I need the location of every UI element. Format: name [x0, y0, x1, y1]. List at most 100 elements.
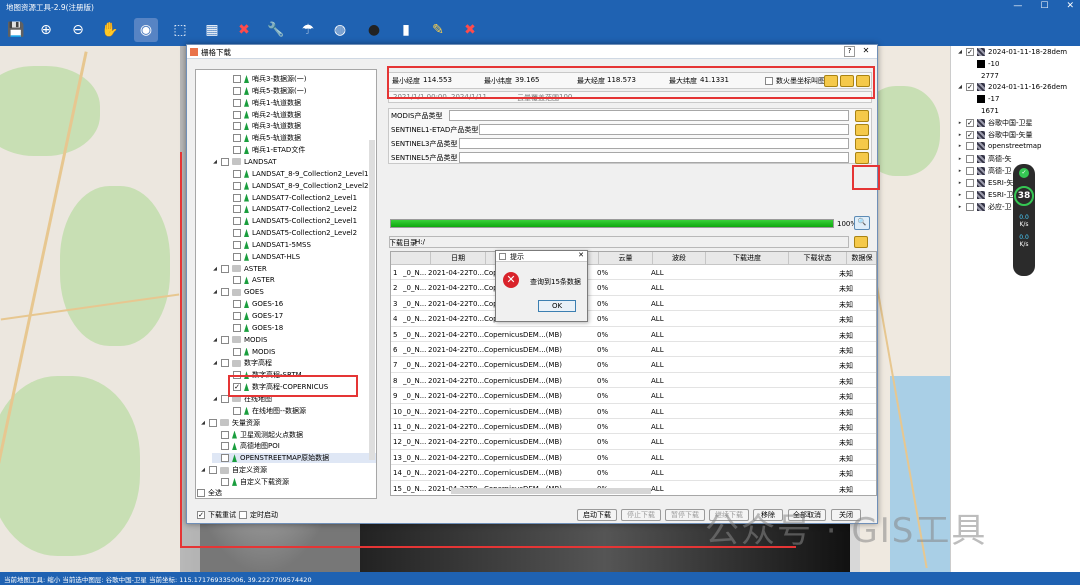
close-red-icon[interactable]: ✖	[458, 18, 482, 42]
sentinel1-product-button[interactable]	[855, 124, 869, 136]
tree-checkbox[interactable]	[233, 110, 241, 119]
user-icon[interactable]: ●	[362, 18, 386, 42]
layer-expand-icon[interactable]: ▸	[957, 132, 963, 138]
tools-icon[interactable]: 🔧	[264, 18, 288, 42]
table-cell: 未知	[839, 347, 853, 355]
speed-unit: K/s	[1019, 241, 1029, 248]
upload-value: 0.0	[1019, 214, 1029, 221]
tree-checkbox[interactable]	[233, 134, 241, 143]
layer-expand-icon[interactable]: ▸	[957, 192, 963, 198]
layer-expand-icon[interactable]: ▸	[957, 168, 963, 174]
message-app-icon	[499, 253, 506, 260]
message-close-icon[interactable]: ✕	[578, 251, 584, 259]
layer-item[interactable]: 1671	[981, 107, 999, 115]
sentinel3-product-dropdown[interactable]	[459, 138, 849, 149]
message-ok-button[interactable]: OK	[538, 300, 576, 312]
layer-checkbox[interactable]: ✓	[966, 83, 974, 91]
zoom-in-icon[interactable]: ⊕	[34, 18, 58, 42]
dialog-close-button[interactable]: ✕	[859, 46, 873, 57]
globe-icon[interactable]: ◍	[328, 18, 352, 42]
modis-product-button[interactable]	[855, 110, 869, 122]
cpu-value: 38	[1014, 186, 1034, 206]
sentinel5-product-button[interactable]	[855, 152, 869, 164]
layer-icon	[977, 203, 985, 211]
modis-product-dropdown[interactable]	[449, 110, 849, 121]
annotation-copernicus-box	[228, 375, 358, 397]
layer-item[interactable]: -10	[977, 60, 999, 68]
layer-expand-icon[interactable]: ▸	[957, 180, 963, 186]
layer-expand-icon[interactable]: ◢	[957, 84, 963, 90]
tree-checkbox[interactable]	[233, 86, 241, 95]
tree-leaf-item[interactable]: 哨兵3-轨道数据	[224, 121, 301, 131]
layer-item[interactable]: ◢ ✓ 2024-01-11-16-26dem	[957, 83, 1067, 91]
table-cell: 未知	[839, 424, 853, 432]
layer-icon	[977, 191, 985, 199]
layer-item[interactable]: -17	[977, 95, 999, 103]
pencil-icon[interactable]: ✎	[426, 18, 450, 42]
map-left-area[interactable]	[0, 46, 180, 572]
layer-checkbox[interactable]	[966, 142, 974, 150]
layer-target-icon[interactable]: ◉	[134, 18, 158, 42]
layer-checkbox[interactable]	[966, 167, 974, 175]
layer-label: 谷歌中国-矢量	[988, 131, 1033, 139]
table-cell: 未知	[839, 270, 853, 278]
layer-label: 高德-卫	[988, 167, 1012, 175]
query-search-button[interactable]: 🔍	[854, 216, 870, 230]
sentinel3-product-button[interactable]	[855, 138, 869, 150]
tree-leaf-item[interactable]: 哨兵1-轨道数据	[224, 98, 301, 108]
maximize-icon[interactable]: ☐	[1040, 1, 1048, 11]
layer-expand-icon[interactable]: ◢	[957, 49, 963, 55]
tree-checkbox[interactable]	[233, 122, 241, 131]
select-region-icon[interactable]: ⬚	[168, 18, 192, 42]
save-icon[interactable]: 💾	[4, 18, 28, 42]
grid-icon[interactable]: ▦	[200, 18, 224, 42]
tree-leaf-item[interactable]: 哨兵5-轨道数据	[224, 133, 301, 143]
leaf-icon	[244, 110, 249, 119]
layer-item[interactable]: ▸ 高德-卫	[957, 166, 1012, 176]
close-icon[interactable]: ✕	[1066, 1, 1074, 11]
tree-leaf-item[interactable]: 哨兵5-数据源(一)	[224, 86, 306, 96]
tree-checkbox[interactable]	[233, 98, 241, 107]
legend-swatch	[977, 60, 985, 68]
table-header-cell[interactable]: 数据保	[847, 252, 876, 265]
book-icon[interactable]: ▮	[394, 18, 418, 42]
zoom-out-icon[interactable]: ⊖	[66, 18, 90, 42]
cloud-icon[interactable]: ☂	[296, 18, 320, 42]
layer-checkbox[interactable]: ✓	[966, 131, 974, 139]
help-button[interactable]: ?	[844, 46, 855, 57]
layer-item[interactable]: ▸ ✓ 谷歌中国-矢量	[957, 130, 1033, 140]
pan-hand-icon[interactable]: ✋	[98, 18, 122, 42]
tree-leaf-item[interactable]: 哨兵2-轨道数据	[224, 110, 301, 120]
layer-expand-icon[interactable]: ▸	[957, 143, 963, 149]
layer-item[interactable]: ▸ 高德-矢	[957, 154, 1012, 164]
layer-checkbox[interactable]	[966, 179, 974, 187]
layer-item[interactable]: ▸ ✓ 谷歌中国-卫星	[957, 118, 1033, 128]
table-header-cell[interactable]: 下载状态	[789, 252, 847, 265]
download-value: 0.0	[1019, 234, 1029, 241]
layer-item[interactable]: ▸ ESRI-矢	[957, 178, 1013, 188]
layer-item[interactable]: ▸ 必应-卫	[957, 202, 1012, 212]
minimize-icon[interactable]: —	[1013, 1, 1022, 11]
delete-icon[interactable]: ✖	[232, 18, 256, 42]
layer-item[interactable]: 2777	[981, 72, 999, 80]
tree-checkbox[interactable]	[233, 75, 241, 83]
table-cell: 未知	[839, 454, 853, 463]
tree-leaf-item[interactable]: 哨兵3-数据源(一)	[224, 74, 306, 84]
speed-unit: K/s	[1019, 221, 1029, 228]
layer-checkbox[interactable]	[966, 191, 974, 199]
layer-checkbox[interactable]	[966, 155, 974, 163]
layer-checkbox[interactable]	[966, 203, 974, 211]
tree-label: 哨兵1-轨道数据	[252, 98, 301, 107]
layer-expand-icon[interactable]: ▸	[957, 204, 963, 210]
layer-item[interactable]: ▸ openstreetmap	[957, 142, 1042, 150]
layer-checkbox[interactable]: ✓	[966, 48, 974, 56]
layer-item[interactable]: ◢ ✓ 2024-01-11-18-28dem	[957, 48, 1067, 56]
layer-expand-icon[interactable]: ▸	[957, 120, 963, 126]
leaf-icon	[244, 134, 249, 143]
sentinel1-product-dropdown[interactable]	[479, 124, 849, 135]
layer-expand-icon[interactable]: ▸	[957, 156, 963, 162]
layer-checkbox[interactable]: ✓	[966, 119, 974, 127]
message-titlebar: 提示 ✕	[496, 251, 587, 262]
layer-item[interactable]: ▸ ESRI-卫	[957, 190, 1013, 200]
browse-dir-button[interactable]	[854, 236, 868, 248]
